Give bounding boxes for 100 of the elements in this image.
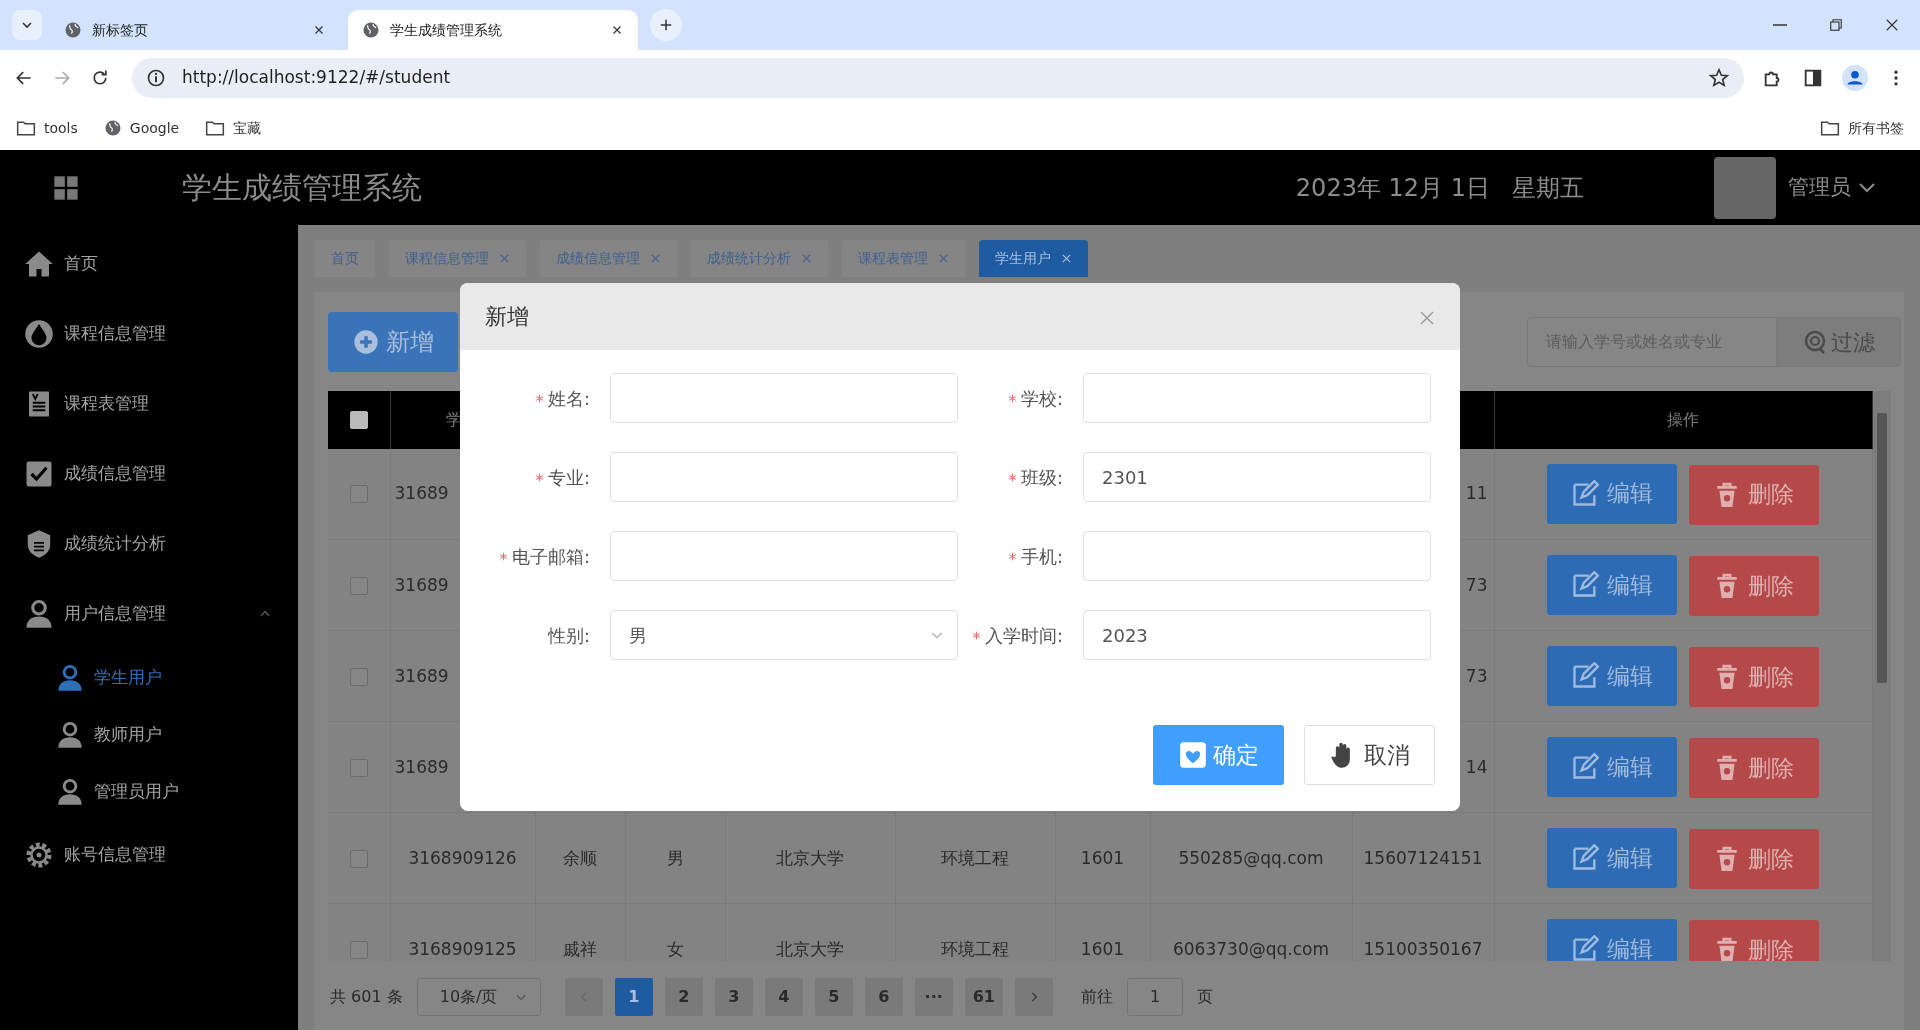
input-field[interactable]: [610, 452, 958, 502]
trash-icon: [1714, 845, 1740, 872]
user-menu[interactable]: 管理员: [1788, 171, 1875, 204]
previous-page-button[interactable]: [564, 977, 603, 1016]
edit-button[interactable]: 编辑: [1547, 645, 1677, 706]
row-checkbox[interactable]: [349, 485, 368, 504]
grid-icon[interactable]: [52, 173, 80, 202]
table-cell: 73: [1465, 665, 1488, 686]
edit-button[interactable]: 编辑: [1547, 554, 1677, 615]
delete-button[interactable]: 删除: [1689, 555, 1819, 616]
side-panel-icon[interactable]: [1802, 67, 1824, 89]
input-field[interactable]: [1083, 531, 1431, 581]
input-field[interactable]: [610, 531, 958, 581]
gear-icon: [24, 840, 54, 870]
table-cell: 11: [1465, 483, 1488, 504]
field-label: 专业:: [547, 465, 590, 490]
sidebar-item[interactable]: 首页: [0, 229, 298, 299]
input-field[interactable]: [1083, 373, 1431, 423]
sidebar-item[interactable]: 账号信息管理: [0, 820, 298, 890]
row-checkbox[interactable]: [349, 667, 368, 686]
table-cell: 余顺: [563, 847, 597, 868]
browser-tab[interactable]: 新标签页: [50, 10, 340, 50]
trash-icon: [1714, 572, 1740, 599]
input-field[interactable]: 2301: [1083, 452, 1431, 502]
sidebar-item[interactable]: 用户信息管理: [0, 579, 298, 649]
row-checkbox[interactable]: [349, 940, 368, 959]
sidebar-item[interactable]: 成绩信息管理: [0, 439, 298, 509]
page-tab[interactable]: 课程表管理: [842, 240, 965, 277]
edit-button[interactable]: 编辑: [1547, 463, 1677, 524]
profile-icon[interactable]: [1842, 65, 1868, 91]
add-button[interactable]: 新增: [328, 312, 458, 373]
sidebar-item[interactable]: 教师用户: [0, 706, 298, 763]
sidebar-item[interactable]: 管理员用户: [0, 763, 298, 820]
close-icon: [1419, 310, 1435, 326]
next-page-button[interactable]: [1015, 977, 1053, 1016]
page-button[interactable]: 1: [614, 977, 653, 1016]
user-icon: [56, 720, 84, 749]
page-size-select[interactable]: 10条/页: [416, 977, 541, 1016]
table-cell: 31689: [394, 665, 449, 686]
sidebar-item[interactable]: 课程表管理: [0, 369, 298, 439]
page-button[interactable]: 6: [864, 977, 903, 1016]
cancel-button[interactable]: 取消: [1304, 725, 1435, 785]
delete-button[interactable]: 删除: [1689, 646, 1819, 707]
star-icon[interactable]: [1708, 67, 1730, 89]
info-icon[interactable]: [146, 68, 166, 88]
page-button[interactable]: 3: [714, 977, 753, 1016]
table-cell: 1601: [1080, 847, 1125, 868]
delete-button[interactable]: 删除: [1689, 919, 1819, 962]
all-bookmarks[interactable]: 所有书签: [1820, 117, 1904, 139]
select-all-checkbox[interactable]: [349, 411, 368, 430]
page-button[interactable]: 4: [764, 977, 803, 1016]
avatar[interactable]: [1714, 156, 1776, 219]
row-checkbox[interactable]: [349, 576, 368, 595]
row-checkbox[interactable]: [349, 758, 368, 777]
field-label: 性别:: [547, 623, 590, 648]
delete-button[interactable]: 删除: [1689, 464, 1819, 525]
table-cell: 31689: [394, 756, 449, 777]
field-label: 班级:: [1020, 465, 1063, 490]
input-field[interactable]: 2023: [1083, 610, 1431, 660]
edit-button[interactable]: 编辑: [1547, 736, 1677, 797]
page-tab[interactable]: 成绩统计分析: [691, 240, 828, 277]
sidebar-item[interactable]: 成绩统计分析: [0, 509, 298, 579]
page-tab[interactable]: 学生用户: [979, 240, 1088, 277]
delete-button[interactable]: 删除: [1689, 828, 1819, 889]
sidebar-item[interactable]: 课程信息管理: [0, 299, 298, 369]
select-field[interactable]: 男: [610, 610, 958, 660]
bookmark[interactable]: 宝藏: [205, 117, 262, 139]
input-field[interactable]: [610, 373, 958, 423]
reload-icon[interactable]: [90, 68, 110, 88]
bookmark[interactable]: Google: [103, 117, 180, 139]
field-label: 学校:: [1020, 386, 1063, 411]
page-button[interactable]: 61: [964, 977, 1003, 1016]
table-cell: 北京大学: [776, 938, 844, 959]
column-header: 操作: [1667, 409, 1699, 429]
edit-button[interactable]: 编辑: [1547, 918, 1677, 962]
user-icon: [56, 777, 84, 806]
row-checkbox[interactable]: [349, 849, 368, 868]
browser-tab[interactable]: 学生成绩管理系统: [348, 10, 638, 50]
trash-icon: [1714, 754, 1740, 781]
page-suffix: 页: [1197, 985, 1213, 1008]
sidebar-item[interactable]: 学生用户: [0, 649, 298, 706]
user-icon: [56, 663, 84, 692]
table-cell: 男: [666, 847, 684, 868]
page-tab[interactable]: 成绩信息管理: [540, 240, 677, 277]
bookmark[interactable]: tools: [16, 117, 78, 139]
confirm-button[interactable]: 确定: [1153, 725, 1284, 785]
dialog-title: 新增: [485, 303, 529, 331]
page-button[interactable]: 2: [664, 977, 703, 1016]
page-button[interactable]: 5: [814, 977, 853, 1016]
page-tab[interactable]: 课程信息管理: [389, 240, 526, 277]
goto-label: 前往: [1081, 985, 1113, 1008]
page-number-field[interactable]: 1: [1127, 977, 1183, 1016]
edit-button[interactable]: 编辑: [1547, 827, 1677, 888]
table-cell: 14: [1465, 756, 1488, 777]
delete-button[interactable]: 删除: [1689, 737, 1819, 798]
page-button[interactable]: ···: [914, 977, 953, 1016]
tab-list-button[interactable]: [12, 10, 42, 40]
minimize-icon: [1773, 24, 1787, 26]
new-tab-button[interactable]: [650, 9, 682, 41]
page-tab[interactable]: 首页: [315, 240, 375, 277]
